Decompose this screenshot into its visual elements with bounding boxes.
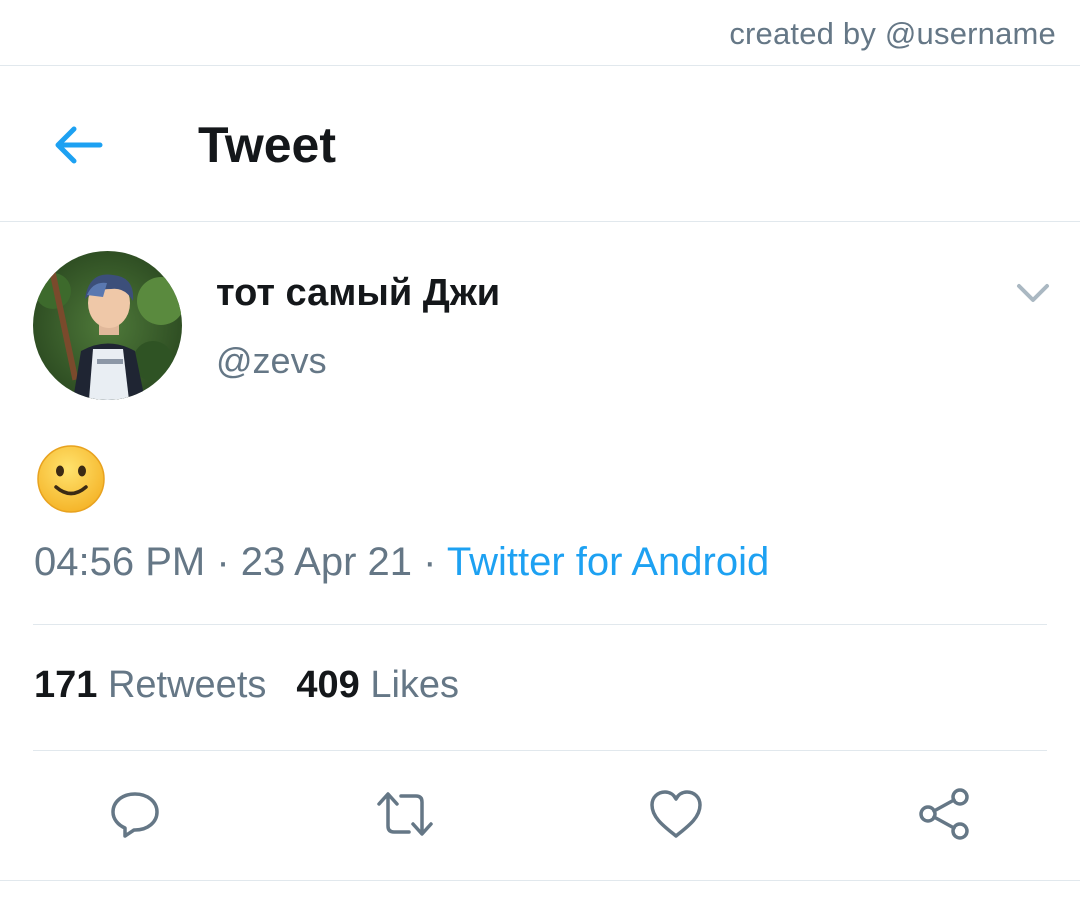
reply-icon — [111, 792, 159, 838]
user-handle[interactable]: @zevs — [216, 340, 327, 382]
tweet-source-link[interactable]: Twitter for Android — [447, 540, 769, 584]
meta-separator: · — [412, 540, 447, 584]
likes-count: 409 — [296, 664, 360, 706]
slightly-smiling-face-emoji — [36, 444, 106, 514]
chevron-down-icon — [1017, 284, 1049, 302]
likes-label: Likes — [370, 664, 460, 706]
meta-separator: · — [205, 540, 241, 584]
credit-bar: created by @username — [0, 0, 1080, 66]
avatar-image — [33, 251, 182, 400]
divider — [0, 880, 1080, 881]
page-title: Tweet — [198, 117, 336, 173]
share-icon — [919, 788, 969, 840]
retweets-label: Retweets — [107, 664, 267, 706]
like-button[interactable] — [646, 784, 706, 844]
avatar[interactable] — [33, 251, 182, 400]
app-header: Tweet — [0, 66, 1080, 222]
tweet-meta: 04:56 PM · 23 Apr 21 · Twitter for Andro… — [34, 540, 769, 585]
tweet-time: 04:56 PM — [34, 540, 206, 584]
credit-text: created by @username — [729, 16, 1056, 51]
divider — [33, 750, 1047, 751]
retweet-button[interactable] — [375, 784, 435, 844]
retweets-count: 171 — [34, 664, 98, 706]
likes-stat[interactable]: 409 Likes — [296, 664, 459, 706]
reply-button[interactable] — [105, 784, 165, 844]
retweet-icon — [377, 792, 433, 836]
arrow-left-icon — [55, 126, 103, 164]
divider — [33, 624, 1047, 625]
retweets-stat[interactable]: 171 Retweets — [34, 664, 266, 706]
tweet-menu-button[interactable] — [1012, 276, 1054, 308]
tweet-date: 23 Apr 21 — [240, 540, 413, 584]
back-button[interactable] — [50, 122, 106, 168]
heart-icon — [650, 790, 702, 838]
share-button[interactable] — [915, 784, 975, 844]
display-name[interactable]: тот самый Джи — [216, 272, 500, 315]
tweet-stats: 171 Retweets 409 Likes — [34, 664, 459, 707]
